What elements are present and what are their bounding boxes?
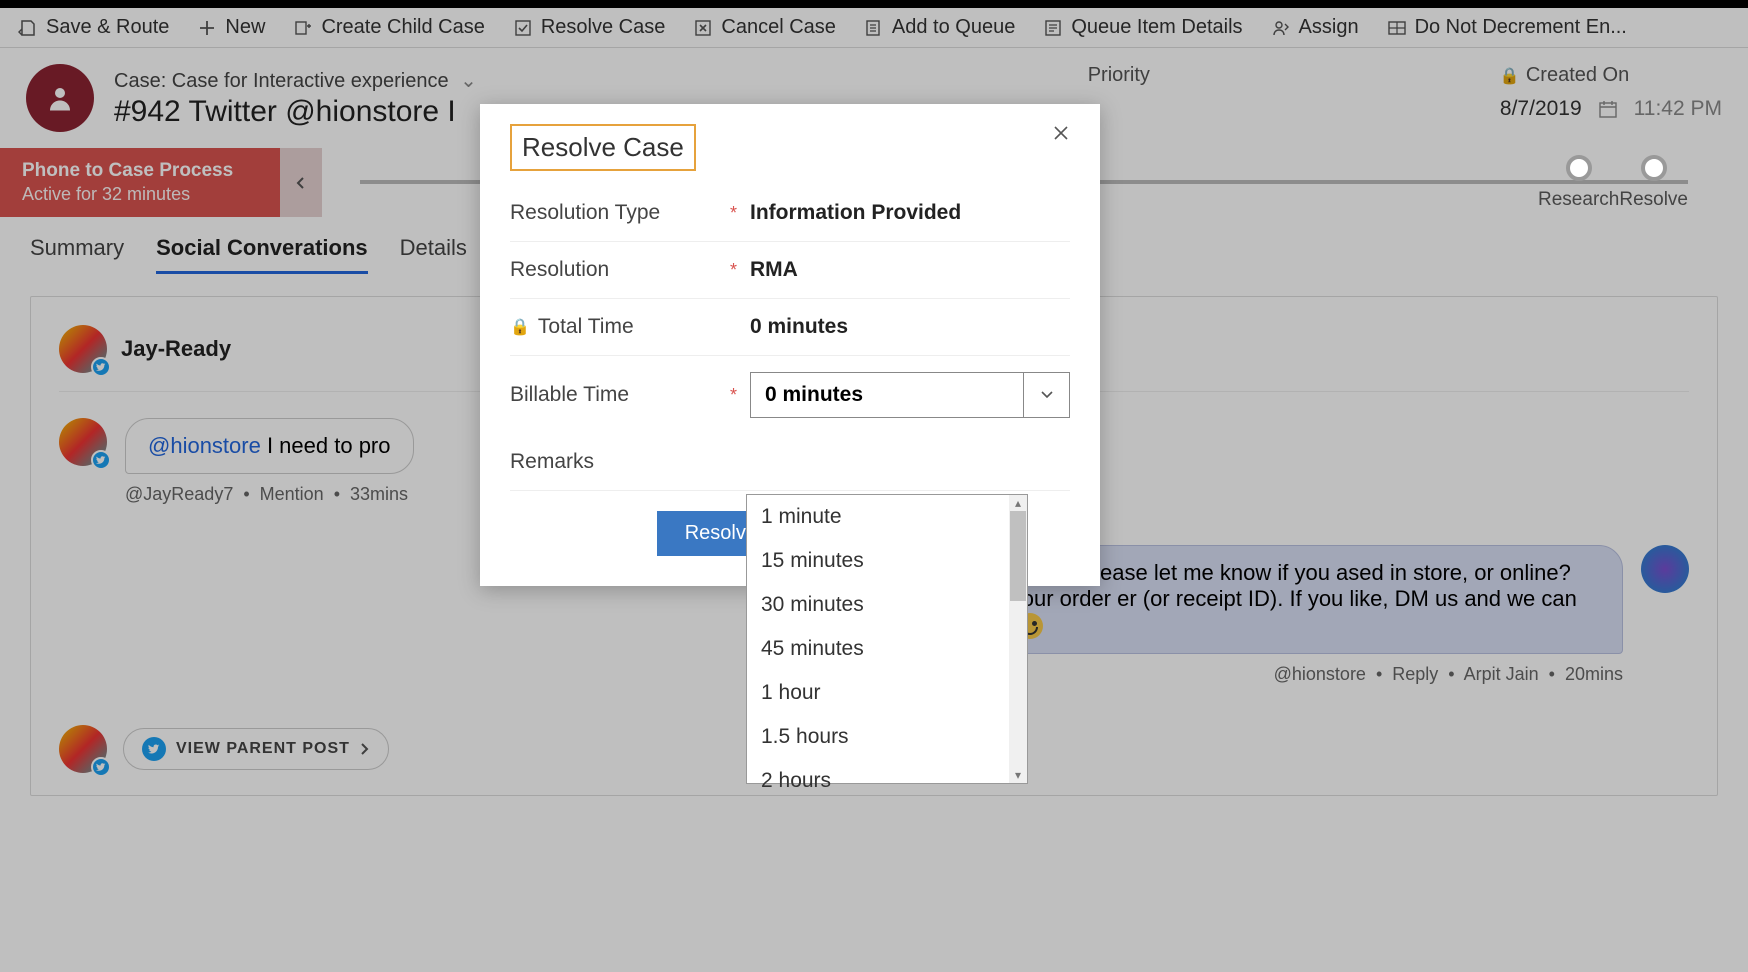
stage-dot-resolve[interactable] xyxy=(1641,155,1667,181)
scroll-up-icon[interactable]: ▴ xyxy=(1009,495,1027,511)
lock-icon: 🔒 xyxy=(510,317,530,337)
resolve-case-dialog: Resolve Case Resolution Type * Informati… xyxy=(480,104,1100,586)
modal-title: Resolve Case xyxy=(510,124,696,171)
dropdown-scrollbar[interactable]: ▴ ▾ xyxy=(1009,495,1027,783)
total-time-label: 🔒 Total Time xyxy=(510,315,730,339)
dropdown-option[interactable]: 30 minutes xyxy=(747,583,1027,627)
resolution-type-label: Resolution Type xyxy=(510,201,730,225)
resolution-type-value[interactable]: Information Provided xyxy=(750,201,1070,225)
dropdown-option[interactable]: 1 minute xyxy=(747,495,1027,539)
scroll-thumb[interactable] xyxy=(1010,511,1026,601)
stage-label-research: Research xyxy=(1538,189,1619,211)
close-icon[interactable] xyxy=(1052,124,1070,142)
stage-label-resolve: Resolve xyxy=(1619,189,1688,211)
total-time-value: 0 minutes xyxy=(750,315,1070,339)
resolution-label: Resolution xyxy=(510,258,730,282)
chevron-down-icon[interactable] xyxy=(1023,373,1069,417)
billable-time-value: 0 minutes xyxy=(751,373,1023,417)
dropdown-option[interactable]: 1 hour xyxy=(747,671,1027,715)
billable-time-dropdown: 1 minute 15 minutes 30 minutes 45 minute… xyxy=(746,494,1028,784)
resolution-value[interactable]: RMA xyxy=(750,258,1070,282)
stage-dot-research[interactable] xyxy=(1566,155,1592,181)
scroll-down-icon[interactable]: ▾ xyxy=(1009,767,1027,783)
dropdown-option[interactable]: 1.5 hours xyxy=(747,715,1027,759)
modal-backdrop: Resolve Case Resolution Type * Informati… xyxy=(0,0,1748,972)
billable-time-label: Billable Time xyxy=(510,383,730,407)
dropdown-option[interactable]: 15 minutes xyxy=(747,539,1027,583)
dropdown-option[interactable]: 2 hours xyxy=(747,759,1027,803)
billable-time-select[interactable]: 0 minutes xyxy=(750,372,1070,418)
dropdown-option[interactable]: 45 minutes xyxy=(747,627,1027,671)
remarks-label: Remarks xyxy=(510,450,730,474)
